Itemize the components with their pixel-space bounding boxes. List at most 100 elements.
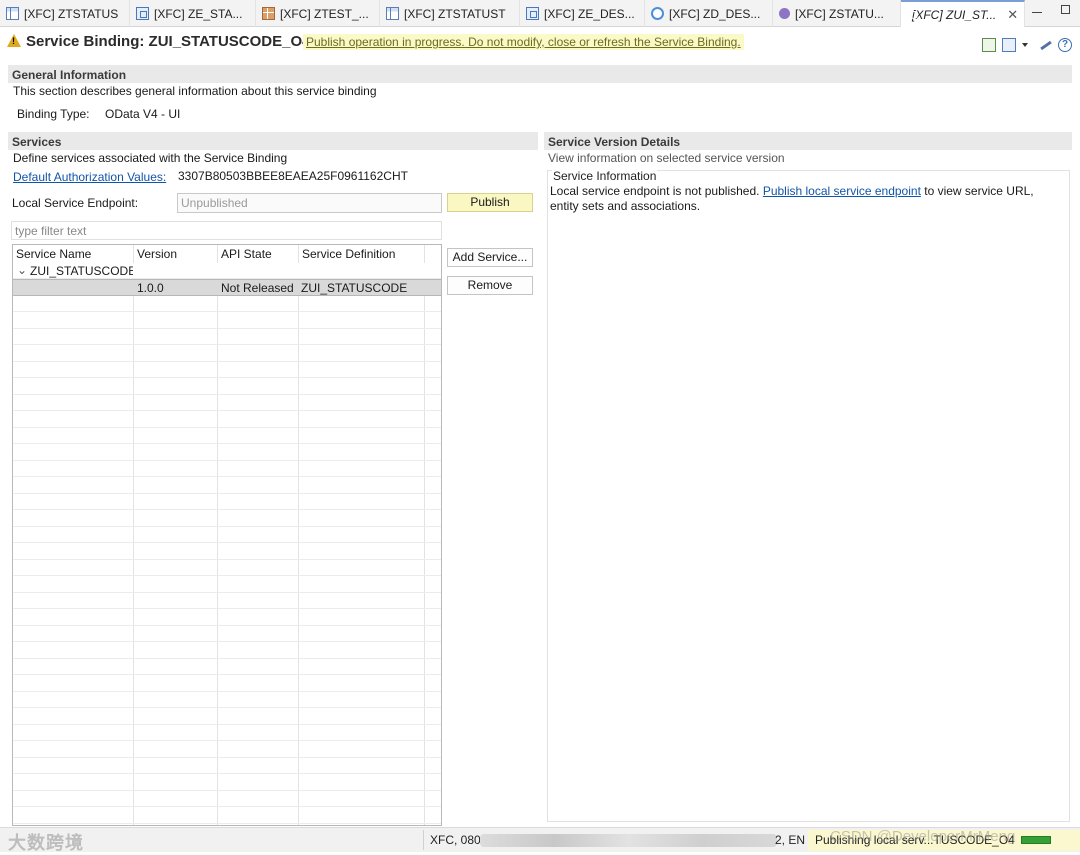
empty-table-row	[13, 428, 441, 445]
tab-label: [XFC] ZE_DES...	[544, 6, 635, 21]
general-info-description: This section describes general informati…	[13, 84, 377, 98]
empty-table-row	[13, 527, 441, 544]
tab-zd-des[interactable]: [XFC] ZD_DES...	[645, 0, 773, 27]
remove-button[interactable]: Remove	[447, 276, 533, 295]
refresh-icon[interactable]	[982, 38, 996, 52]
services-description: Define services associated with the Serv…	[13, 151, 288, 165]
empty-table-row	[13, 362, 441, 379]
empty-table-row	[13, 511, 441, 527]
empty-table-row	[13, 824, 441, 825]
status-bar: 大数跨境 XFC, 080, 2, EN Publishing local se…	[0, 827, 1080, 853]
empty-table-row	[13, 494, 441, 511]
chevron-down-icon[interactable]	[1022, 43, 1028, 47]
publish-button[interactable]: Publish	[447, 193, 533, 212]
services-heading: Services	[8, 132, 538, 150]
empty-table-row	[13, 445, 441, 461]
empty-table-row	[13, 461, 441, 478]
progress-bar	[1021, 836, 1051, 844]
service-info-text: Local service endpoint is not published.…	[550, 184, 1034, 198]
minimize-button[interactable]	[1030, 2, 1044, 16]
maximize-icon	[1060, 4, 1070, 14]
version-cell: 1.0.0	[137, 281, 164, 295]
maximize-button[interactable]	[1058, 2, 1072, 16]
binding-type-value: OData V4 - UI	[105, 107, 181, 121]
test-class-icon	[262, 7, 275, 20]
empty-table-row	[13, 676, 441, 692]
empty-table-row	[13, 412, 441, 428]
editor-tab-bar: [XFC] ZTSTATUS [XFC] ZE_STA... [XFC] ZTE…	[0, 0, 1080, 27]
empty-table-row	[13, 313, 441, 329]
tab-label: [XFC] ZTEST_...	[280, 6, 369, 21]
service-info-text-1: Local service endpoint is not published.	[550, 184, 760, 198]
column-header-service-definition[interactable]: Service Definition	[302, 247, 395, 261]
empty-table-row	[13, 758, 441, 775]
local-endpoint-field[interactable]: Unpublished	[177, 193, 442, 213]
service-definition-icon	[779, 8, 790, 19]
publish-notice: Publish operation in progress. Do not mo…	[303, 34, 744, 50]
column-header-version[interactable]: Version	[137, 247, 177, 261]
tab-ztstatust[interactable]: [XFC] ZTSTATUST	[380, 0, 520, 27]
publish-tool-icon[interactable]	[1002, 38, 1016, 52]
editor-header: ! Service Binding: ZUI_STATUSCODE_O4 Pub…	[0, 28, 1080, 58]
filter-input[interactable]: type filter text	[11, 221, 442, 240]
tab-ztstatus[interactable]: [XFC] ZTSTATUS	[0, 0, 130, 27]
wand-icon[interactable]	[1040, 40, 1052, 50]
column-header-api-state[interactable]: API State	[221, 247, 272, 261]
minimize-icon	[1032, 11, 1042, 13]
structure-icon	[526, 7, 539, 20]
table-header: Service Name Version API State Service D…	[13, 245, 441, 263]
empty-table-row	[13, 775, 441, 791]
tab-label: [XFC] ZTSTATUS	[24, 6, 119, 21]
page-title: Service Binding: ZUI_STATUSCODE_O4	[26, 33, 311, 50]
chevron-down-icon[interactable]: ⌄	[17, 263, 27, 277]
language-info: 2, EN	[775, 833, 806, 847]
tab-label: [XFC] ZE_STA...	[154, 6, 243, 21]
empty-table-row	[13, 791, 441, 808]
add-service-button[interactable]: Add Service...	[447, 248, 533, 267]
table-icon	[386, 7, 399, 20]
empty-table-row	[13, 560, 441, 577]
publish-local-endpoint-link[interactable]: Publish local service endpoint	[763, 184, 921, 198]
tab-ze-des[interactable]: [XFC] ZE_DES...	[520, 0, 645, 27]
tab-zstatu[interactable]: [XFC] ZSTATU...	[773, 0, 901, 27]
table-icon	[6, 7, 19, 20]
domain-icon	[651, 7, 664, 20]
authorization-value: 3307B80503BBEE8EAEA25F0961162CHT	[178, 169, 408, 183]
service-definition-cell: ZUI_STATUSCODE	[301, 281, 408, 295]
empty-table-row	[13, 808, 441, 824]
empty-table-row	[13, 643, 441, 659]
table-row[interactable]: 1.0.0 Not Released ZUI_STATUSCODE	[13, 279, 441, 296]
binding-type-label: Binding Type:	[17, 107, 90, 121]
empty-table-row	[13, 626, 441, 643]
tab-ztest[interactable]: [XFC] ZTEST_...	[256, 0, 380, 27]
warning-icon: !	[7, 34, 21, 47]
system-info: XFC, 080,	[430, 833, 485, 847]
service-info-text-3: entity sets and associations.	[550, 199, 701, 213]
empty-table-row	[13, 346, 441, 362]
status-watermark-right: CSDN @DeveloperMrMeng	[830, 828, 1016, 845]
empty-table-row	[13, 296, 441, 313]
tab-label: [XFC] ZUI_ST...	[912, 7, 997, 22]
empty-table-row	[13, 329, 441, 346]
general-info-heading: General Information	[8, 65, 1072, 83]
column-header-service-name[interactable]: Service Name	[16, 247, 91, 261]
empty-table-row	[13, 692, 441, 709]
structure-icon	[136, 7, 149, 20]
tab-ze-sta[interactable]: [XFC] ZE_STA...	[130, 0, 256, 27]
status-watermark-left: 大数跨境	[8, 833, 84, 853]
empty-table-row	[13, 709, 441, 725]
tab-zui-st[interactable]: [XFC] ZUI_ST... ✕	[901, 0, 1025, 27]
local-endpoint-label: Local Service Endpoint:	[12, 196, 139, 210]
tab-label: [XFC] ZTSTATUST	[404, 6, 506, 21]
default-authorization-link[interactable]: Default Authorization Values:	[13, 170, 166, 184]
empty-table-row	[13, 610, 441, 626]
empty-table-row	[13, 395, 441, 412]
tree-root-row[interactable]: ⌄ ZUI_STATUSCODE_O4	[13, 263, 441, 280]
empty-table-row	[13, 478, 441, 494]
empty-table-row	[13, 379, 441, 395]
service-information-label: Service Information	[552, 169, 658, 183]
close-icon[interactable]: ✕	[1007, 7, 1018, 23]
tab-label: [XFC] ZSTATU...	[795, 6, 884, 21]
service-version-details-heading: Service Version Details	[544, 132, 1072, 150]
help-icon[interactable]: ?	[1058, 38, 1072, 52]
